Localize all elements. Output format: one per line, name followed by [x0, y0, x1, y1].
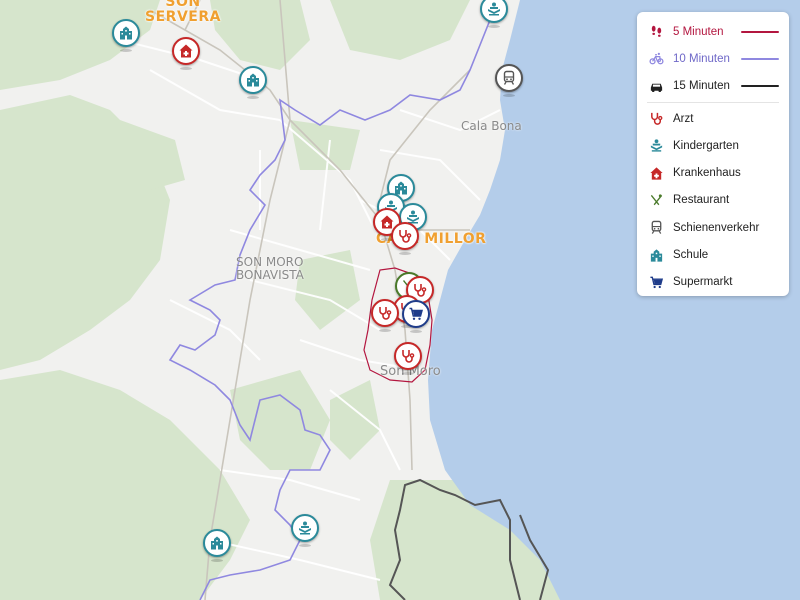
legend-label: Schienenverkehr: [673, 221, 760, 234]
poi-marker-schule[interactable]: [112, 19, 140, 52]
legend-line-swatch: [741, 30, 779, 33]
poi-marker-arzt[interactable]: [371, 299, 399, 332]
legend-item-krankenhaus[interactable]: Krankenhaus: [647, 159, 779, 186]
school-icon: [647, 247, 665, 263]
school-icon: [245, 72, 261, 88]
car-icon: [647, 78, 665, 94]
poi-marker-schule[interactable]: [203, 529, 231, 562]
legend-item-15-minuten[interactable]: 15 Minuten: [647, 73, 779, 100]
legend-item-schule[interactable]: Schule: [647, 241, 779, 268]
poi-marker-krankenhaus[interactable]: [172, 37, 200, 70]
legend-item-kindergarten[interactable]: Kindergarten: [647, 132, 779, 159]
legend-item-10-minuten[interactable]: 10 Minuten: [647, 45, 779, 72]
legend-label: Supermarkt: [673, 276, 733, 289]
cart-icon: [647, 274, 665, 290]
cart-icon: [408, 306, 424, 322]
school-icon: [118, 25, 134, 41]
legend-item-arzt[interactable]: Arzt: [647, 105, 779, 132]
stethoscope-icon: [377, 305, 393, 321]
poi-marker-schule[interactable]: [239, 66, 267, 99]
kindergarten-icon: [297, 520, 313, 536]
poi-marker-arzt[interactable]: [391, 222, 419, 255]
stethoscope-icon: [397, 228, 413, 244]
stethoscope-icon: [412, 282, 428, 298]
legend-item-schienenverkehr[interactable]: Schienenverkehr: [647, 214, 779, 241]
stethoscope-icon: [400, 348, 416, 364]
legend-line-swatch: [741, 57, 779, 60]
legend-label: Schule: [673, 249, 709, 262]
bicycle-icon: [647, 51, 665, 67]
restaurant-icon: [647, 192, 665, 208]
kindergarten-icon: [647, 138, 665, 154]
stethoscope-icon: [647, 111, 665, 127]
legend-item-restaurant[interactable]: Restaurant: [647, 187, 779, 214]
legend-line-swatch: [741, 85, 779, 88]
poi-marker-schienenverkehr[interactable]: [495, 64, 523, 97]
poi-marker-supermarkt[interactable]: [402, 300, 430, 333]
kindergarten-icon: [486, 1, 502, 17]
legend-label: Kindergarten: [673, 139, 739, 152]
train-icon: [501, 70, 517, 86]
map-legend: 5 Minuten 10 Minuten 15 Minuten Arzt Kinder…: [637, 12, 789, 296]
poi-marker-kindergarten[interactable]: [291, 514, 319, 547]
legend-divider: [647, 101, 779, 103]
train-icon: [647, 220, 665, 236]
legend-item-5-minuten[interactable]: 5 Minuten: [647, 18, 779, 45]
footsteps-icon: [647, 24, 665, 40]
legend-label: Restaurant: [673, 194, 730, 207]
hospital-icon: [647, 165, 665, 181]
school-icon: [209, 535, 225, 551]
legend-label: Arzt: [673, 112, 694, 125]
legend-label: 15 Minuten: [673, 80, 730, 93]
legend-categories: Arzt Kindergarten Krankenhaus Restaurant Sch…: [647, 105, 779, 296]
legend-label: 10 Minuten: [673, 52, 730, 65]
legend-item-supermarkt[interactable]: Supermarkt: [647, 269, 779, 296]
legend-isochrones: 5 Minuten 10 Minuten 15 Minuten: [647, 18, 779, 100]
legend-label: 5 Minuten: [673, 25, 724, 38]
poi-marker-arzt[interactable]: [394, 342, 422, 375]
hospital-icon: [178, 43, 194, 59]
legend-label: Krankenhaus: [673, 167, 741, 180]
